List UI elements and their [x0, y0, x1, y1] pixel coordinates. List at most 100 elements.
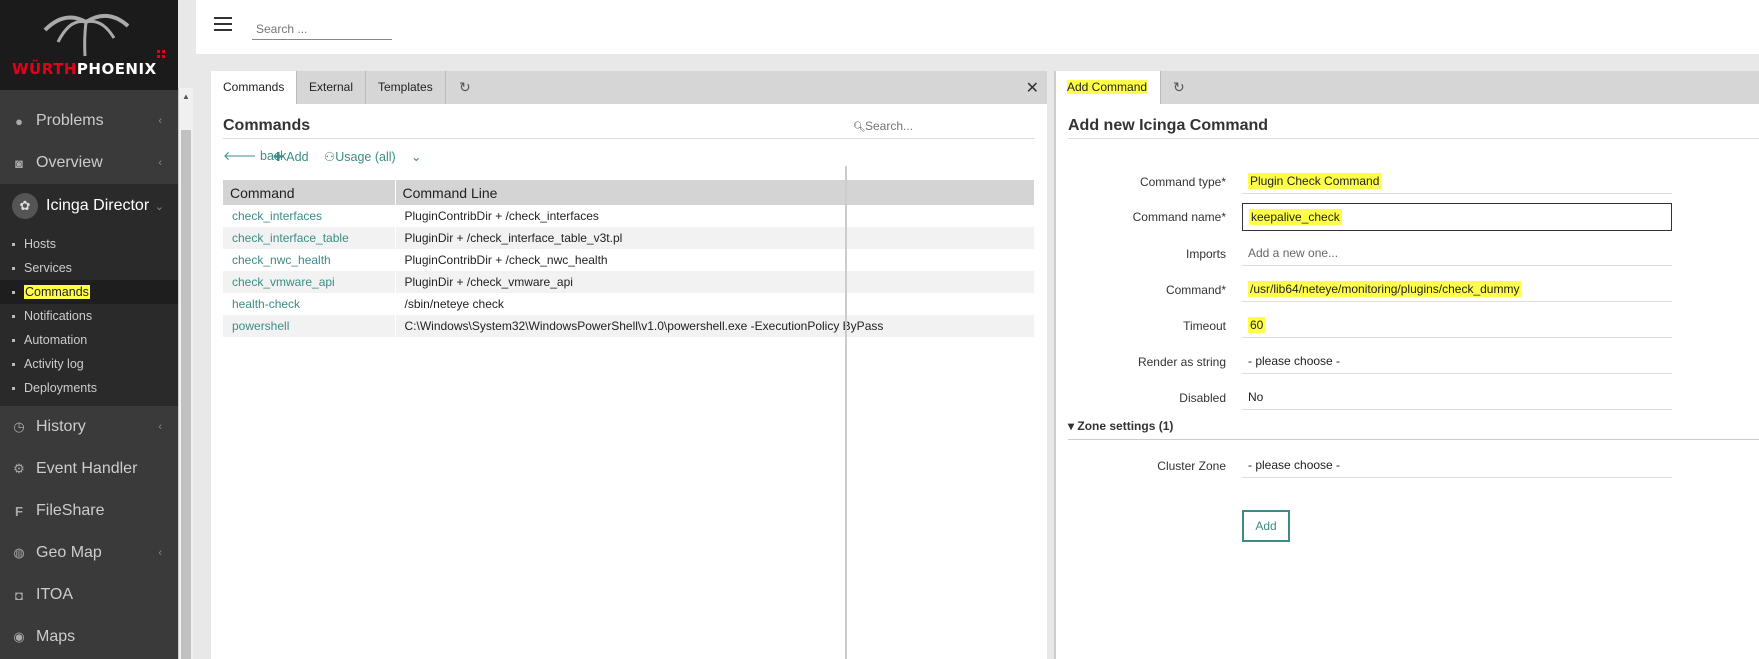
- field-disabled: Disabled No: [1056, 384, 1756, 410]
- command-name[interactable]: check_interfaces: [223, 205, 396, 227]
- zone-settings-toggle[interactable]: ▾ Zone settings (1): [1068, 419, 1173, 433]
- commands-search-input[interactable]: [865, 119, 1025, 133]
- brand-name: WÜRTHPHOENIX: [12, 60, 157, 78]
- table-row[interactable]: powershell C:\Windows\System32\WindowsPow…: [223, 315, 1035, 337]
- field-command-type: Command type* Plugin Check Command: [1056, 168, 1756, 194]
- sidebar: WÜRTHPHOENIX ● Problems ‹ ◙ Overview ‹ ✿…: [0, 0, 178, 659]
- sidebar-scrollbar[interactable]: ▲: [178, 88, 193, 659]
- commands-table: Command Command Line check_interfaces Plu…: [223, 180, 1035, 337]
- map-icon: ◉: [13, 629, 25, 644]
- globe-icon: ◍: [13, 545, 25, 560]
- field-timeout: Timeout 60: [1056, 312, 1756, 338]
- command-name-input[interactable]: keepalive_check: [1242, 203, 1672, 231]
- command-line: C:\Windows\System32\WindowsPowerShell\v1…: [395, 315, 1035, 337]
- title-divider: [223, 138, 1035, 139]
- users-icon: ⚇: [324, 150, 336, 164]
- sub-item-automation[interactable]: Automation: [0, 328, 178, 352]
- nav-fileshare[interactable]: F FileShare: [0, 490, 178, 532]
- table-row[interactable]: check_interfaces PluginContribDir + /chec…: [223, 205, 1035, 227]
- disabled-select[interactable]: No: [1242, 384, 1672, 410]
- palm-logo-icon: [43, 14, 130, 57]
- nav-icinga-director[interactable]: ✿ Icinga Director ⌄: [0, 184, 178, 228]
- field-imports: Imports Add a new one...: [1056, 240, 1756, 266]
- sub-item-activity-log[interactable]: Activity log: [0, 352, 178, 376]
- nav-itoa[interactable]: ◘ ITOA: [0, 574, 178, 616]
- timeout-input[interactable]: 60: [1242, 312, 1672, 338]
- page-title: Commands: [223, 117, 311, 134]
- history-icon: ◷: [13, 419, 25, 434]
- nav-history[interactable]: ◷ History ‹: [0, 406, 178, 448]
- add-button[interactable]: Add: [1242, 510, 1290, 542]
- tab-commands[interactable]: Commands: [211, 71, 297, 104]
- zone-divider: [1068, 439, 1759, 440]
- sub-item-notifications[interactable]: Notifications: [0, 304, 178, 328]
- f-icon: F: [15, 503, 23, 519]
- nav-geo-map[interactable]: ◍ Geo Map ‹: [0, 532, 178, 574]
- nav-overview[interactable]: ◙ Overview ‹: [0, 142, 178, 184]
- more-actions-chevron-icon[interactable]: ⌄: [411, 149, 421, 164]
- arrow-left-icon: 🡐: [223, 149, 257, 163]
- table-header-row: Command Command Line: [223, 180, 1035, 205]
- menu-icon[interactable]: [214, 17, 234, 33]
- chevron-left-icon: ‹: [158, 421, 162, 433]
- column-header-command[interactable]: Command: [223, 180, 396, 205]
- form-title: Add new Icinga Command: [1068, 117, 1269, 134]
- table-row[interactable]: check_nwc_health PluginContribDir + /chec…: [223, 249, 1035, 271]
- table-row[interactable]: health-check/sbin/neteye check: [223, 293, 1035, 315]
- command-line: PluginContribDir + /check_interfaces: [395, 205, 1035, 227]
- table-row[interactable]: check_interface_table PluginDir + /check_…: [223, 227, 1035, 249]
- director-submenu: Hosts Services Commands Notifications Au…: [0, 228, 178, 406]
- command-name[interactable]: check_interface_table: [223, 227, 396, 249]
- column-header-command-line[interactable]: Command Line: [395, 180, 1035, 205]
- cluster-zone-select[interactable]: - please choose -: [1242, 452, 1672, 478]
- command-name[interactable]: check_vmware_api: [223, 271, 396, 293]
- nav-event-handler[interactable]: ⚙ Event Handler: [0, 448, 178, 490]
- search-icon: 🔍︎: [853, 122, 866, 133]
- top-header: [196, 0, 1759, 54]
- sub-item-services[interactable]: Services: [0, 256, 178, 280]
- field-command: Command* /usr/lib64/neteye/monitoring/pl…: [1056, 276, 1756, 302]
- command-input[interactable]: /usr/lib64/neteye/monitoring/plugins/che…: [1242, 276, 1672, 302]
- command-name[interactable]: powershell: [223, 315, 396, 337]
- chevron-down-icon: ⌄: [154, 200, 164, 213]
- add-link[interactable]: ✚ Add: [273, 149, 309, 164]
- tab-external[interactable]: External: [297, 71, 366, 104]
- refresh-icon[interactable]: ↻: [459, 79, 471, 96]
- imports-input[interactable]: Add a new one...: [1242, 240, 1672, 266]
- nav-problems[interactable]: ● Problems ‹: [0, 100, 178, 142]
- sub-item-deployments[interactable]: Deployments: [0, 376, 178, 400]
- eye-icon: ◙: [15, 155, 23, 171]
- table-row[interactable]: check_vmware_api PluginDir + /check_vmwar…: [223, 271, 1035, 293]
- sub-item-commands[interactable]: Commands: [0, 280, 178, 304]
- sub-item-hosts[interactable]: Hosts: [0, 232, 178, 256]
- tab-add-command[interactable]: Add Command: [1056, 71, 1161, 104]
- panel-scrollbar[interactable]: [845, 166, 847, 659]
- command-line: PluginDir + /check_interface_table_v3t.p…: [395, 227, 1035, 249]
- commands-search: 🔍︎: [851, 119, 1031, 139]
- command-name[interactable]: health-check: [223, 293, 396, 315]
- render-as-string-select[interactable]: - please choose -: [1242, 348, 1672, 374]
- field-cluster-zone: Cluster Zone - please choose -: [1056, 452, 1756, 478]
- scrollbar-thumb[interactable]: [181, 130, 191, 659]
- logo-dots: [157, 50, 165, 59]
- warning-icon: ●: [15, 113, 23, 129]
- plus-icon: ✚: [273, 150, 284, 164]
- chevron-left-icon: ‹: [158, 115, 162, 127]
- scroll-up-icon[interactable]: ▲: [182, 92, 190, 101]
- nav-maps[interactable]: ◉ Maps: [0, 616, 178, 658]
- refresh-icon[interactable]: ↻: [1173, 79, 1185, 96]
- gear-icon: ⚙: [13, 461, 25, 476]
- command-line: PluginDir + /check_vmware_api: [395, 271, 1035, 293]
- command-type-select[interactable]: Plugin Check Command: [1242, 168, 1672, 194]
- add-command-tabbar: Add Command ↻: [1056, 71, 1759, 104]
- command-line: /sbin/neteye check: [395, 293, 1035, 315]
- title-divider: [1068, 138, 1759, 139]
- add-command-panel: Add Command ↻ Add new Icinga Command Com…: [1056, 71, 1759, 659]
- command-name[interactable]: check_nwc_health: [223, 249, 396, 271]
- close-icon[interactable]: ✕: [1026, 78, 1039, 98]
- logo[interactable]: WÜRTHPHOENIX: [0, 0, 178, 90]
- commands-panel: Commands External Templates ↻ ✕ Commands…: [211, 71, 1047, 659]
- tab-templates[interactable]: Templates: [366, 71, 446, 104]
- usage-link[interactable]: ⚇Usage (all): [324, 149, 396, 164]
- global-search-input[interactable]: [252, 18, 392, 40]
